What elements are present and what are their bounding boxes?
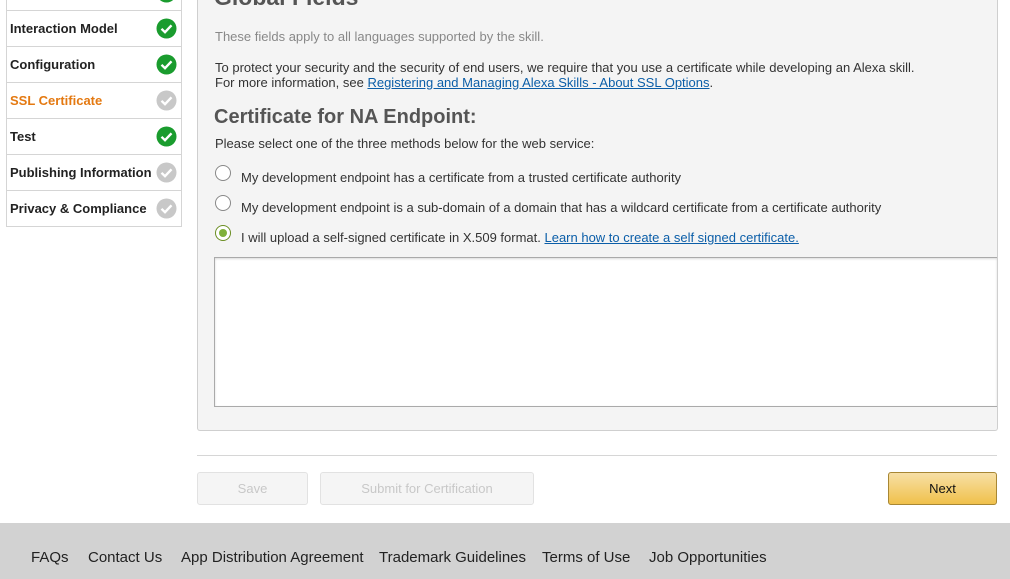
footer: FAQs Contact Us App Distribution Agreeme… [0, 523, 1010, 579]
radio-self-signed[interactable] [215, 225, 231, 241]
radio-wildcard[interactable] [215, 195, 231, 211]
sidebar-item-publishing-information[interactable]: Publishing Information [7, 154, 181, 190]
certificate-heading: Certificate for NA Endpoint: [214, 106, 477, 128]
save-button[interactable]: Save [197, 472, 308, 505]
option-label: My development endpoint is a sub-domain … [241, 200, 882, 215]
check-circle-gray-icon [156, 90, 177, 111]
sidebar-item-configuration[interactable]: Configuration [7, 46, 181, 82]
check-circle-green-icon [156, 126, 177, 147]
sidebar-item-label: Configuration [10, 57, 96, 72]
security-text: To protect your security and the securit… [215, 60, 915, 75]
footer-link-terms-of-use[interactable]: Terms of Use [542, 549, 630, 566]
more-info-prefix: For more information, see [215, 75, 368, 90]
footer-link-faqs[interactable]: FAQs [31, 549, 69, 566]
global-fields-description: These fields apply to all languages supp… [215, 29, 544, 44]
radio-trusted-ca[interactable] [215, 165, 231, 181]
footer-link-contact-us[interactable]: Contact Us [88, 549, 162, 566]
global-fields-panel: Global Fields These fields apply to all … [197, 0, 998, 431]
next-button[interactable]: Next [888, 472, 997, 505]
global-fields-heading: Global Fields [214, 0, 358, 11]
sidebar-item-interaction-model[interactable]: Interaction Model [7, 10, 181, 46]
sidebar-item-label: SSL Certificate [10, 93, 103, 108]
option-label: My development endpoint has a certificat… [241, 170, 682, 185]
more-info-suffix: . [709, 75, 714, 90]
check-circle-green-icon [156, 54, 177, 75]
sidebar-item-ssl-certificate[interactable]: SSL Certificate [7, 82, 181, 118]
actions-divider [197, 455, 997, 456]
footer-link-trademark-guidelines[interactable]: Trademark Guidelines [379, 549, 526, 566]
sidebar-item-label: Publishing Information [10, 165, 152, 180]
ssl-options-link[interactable]: Registering and Managing Alexa Skills - … [367, 75, 709, 90]
skill-steps-sidebar: Interaction Model Configuration SSL Cert… [6, 0, 182, 227]
sidebar-item-label: Privacy & Compliance [10, 201, 147, 216]
sidebar-item-privacy-compliance[interactable]: Privacy & Compliance [7, 190, 181, 226]
certificate-textarea[interactable] [214, 257, 997, 407]
sidebar-item-test[interactable]: Test [7, 118, 181, 154]
submit-for-certification-button[interactable]: Submit for Certification [320, 472, 534, 505]
check-circle-green-icon [156, 18, 177, 39]
more-info-line: For more information, see Registering an… [215, 75, 914, 90]
sidebar-item-label: Interaction Model [10, 21, 118, 36]
self-signed-help-link[interactable]: Learn how to create a self signed certif… [544, 230, 798, 245]
footer-link-app-distribution-agreement[interactable]: App Distribution Agreement [181, 549, 364, 566]
check-circle-gray-icon [156, 162, 177, 183]
certificate-prompt: Please select one of the three methods b… [215, 136, 595, 151]
option-label-group: I will upload a self-signed certificate … [241, 230, 799, 245]
check-circle-green-icon [159, 0, 174, 3]
sidebar-item-skill-information[interactable] [7, 0, 181, 10]
check-circle-gray-icon [156, 198, 177, 219]
sidebar-item-label: Test [10, 129, 36, 144]
footer-link-job-opportunities[interactable]: Job Opportunities [649, 549, 767, 566]
security-info: To protect your security and the securit… [215, 60, 914, 90]
option-label: I will upload a self-signed certificate … [241, 230, 545, 245]
